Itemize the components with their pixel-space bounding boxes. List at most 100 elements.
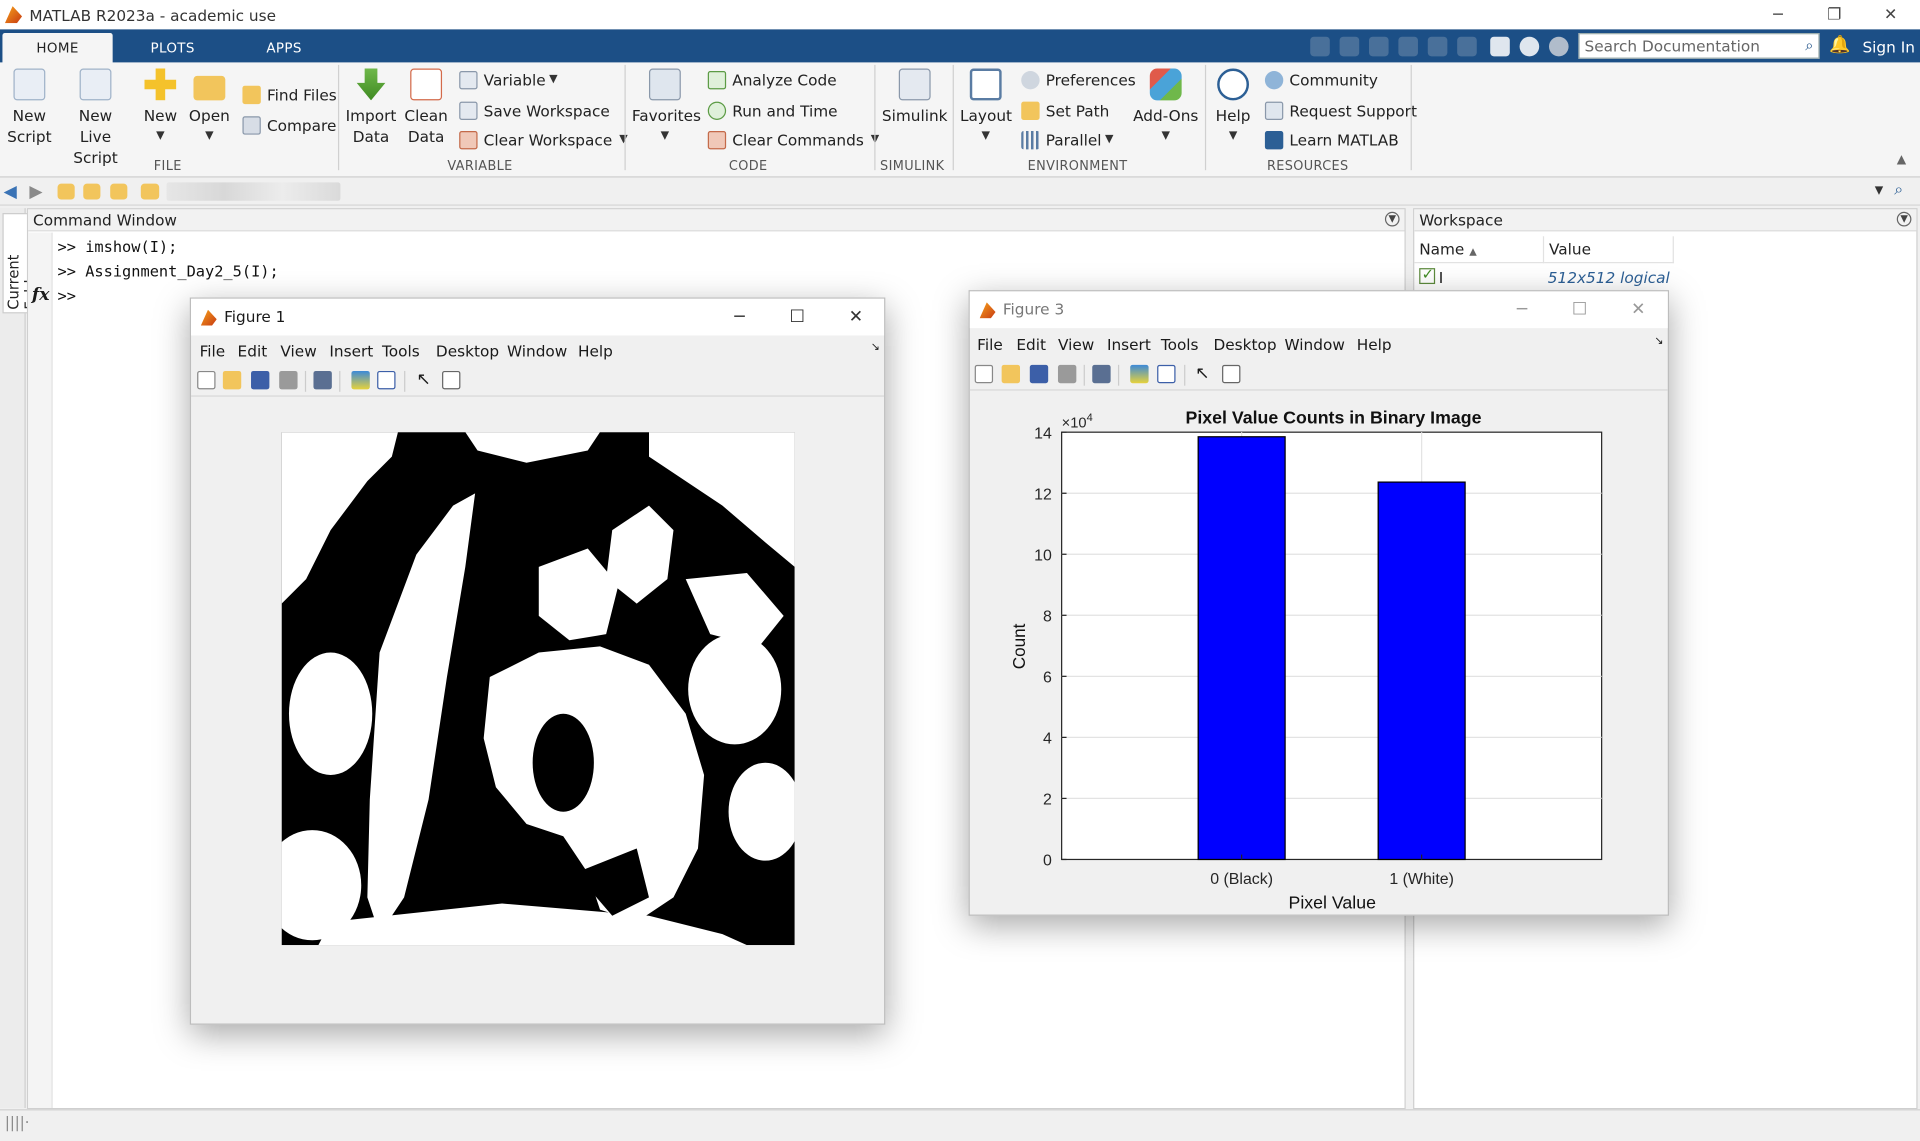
save-icon[interactable]: [1029, 364, 1049, 384]
up-folder-icon[interactable]: [57, 183, 75, 200]
new-figure-icon[interactable]: [974, 364, 994, 384]
new-script-button[interactable]: New Script: [5, 68, 54, 147]
search-folder-icon[interactable]: [110, 183, 128, 200]
tab-home[interactable]: HOME: [2, 33, 113, 63]
notification-bell-icon[interactable]: 🔔: [1829, 36, 1850, 56]
edit-plot-arrow-icon[interactable]: ↖: [1195, 364, 1213, 383]
tab-plots[interactable]: PLOTS: [127, 33, 218, 62]
link-plot-icon[interactable]: [313, 370, 332, 390]
forward-arrow-icon[interactable]: ▶: [29, 182, 42, 202]
clear-workspace-button[interactable]: Clear Workspace ▼: [459, 127, 628, 151]
pane-menu-icon[interactable]: ▼: [1384, 211, 1400, 227]
bar-1[interactable]: [1377, 481, 1466, 861]
close-icon[interactable]: ✕: [1610, 291, 1666, 328]
menu-edit[interactable]: Edit: [238, 342, 268, 360]
save-icon[interactable]: [251, 370, 270, 390]
bar-chart[interactable]: 0 2 4 6 8 10 12 14 0 (Black) 1 (White) Pixel Val…: [970, 394, 1668, 914]
close-icon[interactable]: ✕: [828, 299, 884, 336]
property-inspector-icon[interactable]: [1222, 364, 1241, 384]
path-dropdown-icon[interactable]: ▼: [1875, 185, 1883, 197]
bar-0[interactable]: [1197, 436, 1286, 861]
open-file-icon[interactable]: [1001, 364, 1021, 384]
column-name-header[interactable]: Name ▲: [1414, 236, 1545, 264]
menu-window[interactable]: Window: [507, 342, 567, 360]
redo-icon[interactable]: [1457, 36, 1477, 57]
current-folder-sidebar[interactable]: Current Folder: [0, 208, 42, 1108]
menu-help[interactable]: Help: [578, 342, 613, 360]
new-figure-icon[interactable]: [197, 370, 216, 390]
column-value-header[interactable]: Value: [1544, 236, 1674, 264]
menu-desktop[interactable]: Desktop: [436, 342, 499, 360]
close-icon[interactable]: ✕: [1862, 0, 1918, 29]
menu-insert[interactable]: Insert: [1107, 335, 1151, 353]
variable-dropdown[interactable]: Variable ▼: [459, 67, 558, 91]
colorbar-icon[interactable]: [351, 370, 370, 390]
clean-data-button[interactable]: Clean Data: [402, 68, 451, 147]
colorbar-icon[interactable]: [1130, 364, 1149, 384]
save-icon[interactable]: [1310, 36, 1330, 57]
tab-apps[interactable]: APPS: [240, 33, 328, 62]
minimize-icon[interactable]: ─: [711, 299, 767, 336]
run-and-time-button[interactable]: Run and Time: [707, 98, 838, 122]
simulink-button[interactable]: Simulink: [882, 68, 948, 127]
sign-in-link[interactable]: Sign In: [1862, 38, 1914, 56]
open-file-icon[interactable]: [222, 370, 242, 390]
find-files-button[interactable]: Find Files: [242, 82, 337, 106]
function-browser-icon[interactable]: fx: [32, 285, 50, 305]
restore-icon[interactable]: ❐: [1806, 0, 1862, 29]
menu-insert[interactable]: Insert: [329, 342, 373, 360]
figure1-window[interactable]: Figure 1 ─ ☐ ✕ File Edit View Insert Too…: [189, 297, 886, 1025]
minimize-icon[interactable]: ─: [1494, 291, 1550, 328]
maximize-icon[interactable]: ☐: [769, 299, 825, 336]
learn-matlab-link[interactable]: Learn MATLAB: [1264, 127, 1399, 151]
import-data-button[interactable]: Import Data: [345, 68, 396, 147]
new-button[interactable]: New ▼: [140, 68, 182, 147]
save-workspace-button[interactable]: Save Workspace: [459, 98, 610, 122]
back-arrow-icon[interactable]: ◀: [4, 182, 17, 202]
menu-file[interactable]: File: [977, 335, 1003, 353]
menu-file[interactable]: File: [200, 342, 226, 360]
maximize-icon[interactable]: ☐: [1551, 291, 1607, 328]
help-button[interactable]: Help ▼: [1210, 68, 1257, 147]
undo-icon[interactable]: [1427, 36, 1448, 57]
add-ons-button[interactable]: Add-Ons ▼: [1131, 68, 1200, 147]
layout-button[interactable]: Layout ▼: [960, 68, 1012, 147]
help-icon[interactable]: [1519, 36, 1540, 57]
search-folder-icon[interactable]: ⌕: [1894, 181, 1903, 199]
figure3-window[interactable]: Figure 3 ─ ☐ ✕ File Edit View Insert Too…: [968, 290, 1669, 916]
compare-button[interactable]: Compare: [242, 113, 336, 137]
print-icon[interactable]: [1057, 364, 1077, 384]
pane-menu-icon[interactable]: ▼: [1896, 211, 1912, 227]
open-button[interactable]: Open ▼: [187, 69, 231, 147]
set-path-button[interactable]: Set Path: [1021, 98, 1109, 122]
browse-folder-icon[interactable]: [83, 183, 101, 200]
menu-tools[interactable]: Tools: [1161, 335, 1199, 353]
menu-edit[interactable]: Edit: [1016, 335, 1046, 353]
search-documentation-input[interactable]: Search Documentation ⌕: [1578, 33, 1820, 59]
collapse-ribbon-icon[interactable]: ▲: [1897, 153, 1906, 166]
minimize-icon[interactable]: ─: [1750, 0, 1806, 29]
current-folder-path[interactable]: [166, 182, 341, 201]
request-support-link[interactable]: Request Support: [1264, 98, 1417, 122]
legend-icon[interactable]: [377, 370, 396, 390]
property-inspector-icon[interactable]: [442, 370, 461, 390]
parallel-dropdown[interactable]: Parallel ▼: [1021, 127, 1113, 151]
legend-icon[interactable]: [1157, 364, 1176, 384]
print-icon[interactable]: [279, 370, 298, 390]
settings-icon[interactable]: [1548, 36, 1569, 57]
link-plot-icon[interactable]: [1092, 364, 1111, 384]
clear-commands-button[interactable]: Clear Commands ▼: [707, 127, 879, 151]
menu-view[interactable]: View: [280, 342, 316, 360]
cut-icon[interactable]: [1339, 36, 1360, 57]
paste-icon[interactable]: [1398, 36, 1418, 57]
dock-icon[interactable]: ↘: [871, 342, 880, 354]
new-live-script-button[interactable]: New Live Script: [59, 68, 132, 168]
menu-window[interactable]: Window: [1285, 335, 1345, 353]
preferences-button[interactable]: Preferences: [1021, 67, 1136, 91]
favorites-button[interactable]: Favorites ▼: [632, 68, 701, 147]
menu-help[interactable]: Help: [1357, 335, 1392, 353]
menu-tools[interactable]: Tools: [382, 342, 420, 360]
command-prompt[interactable]: >>: [58, 286, 76, 304]
edit-plot-arrow-icon[interactable]: ↖: [416, 370, 434, 389]
copy-icon[interactable]: [1368, 36, 1389, 57]
